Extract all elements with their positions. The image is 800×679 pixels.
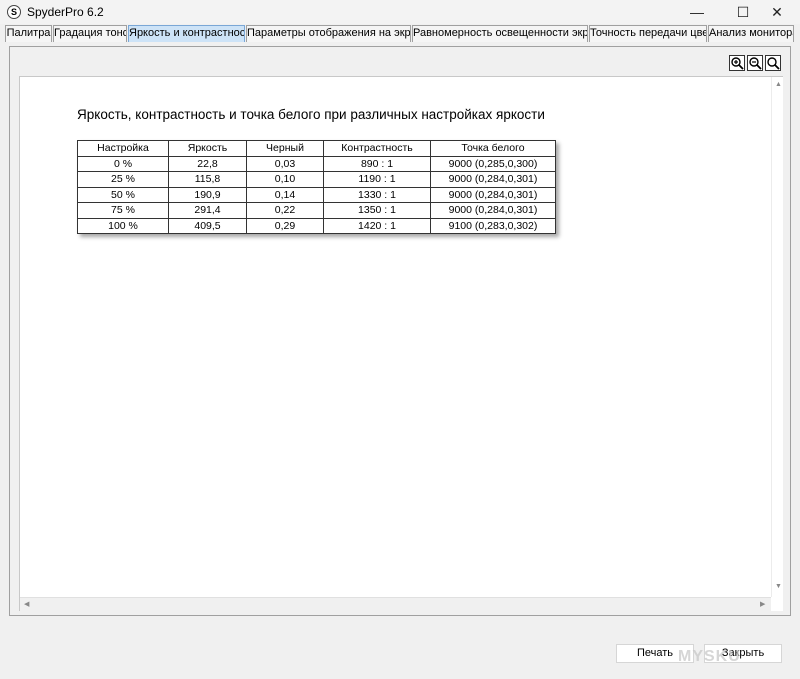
table-cell: 890 : 1 [323,155,431,172]
col-header-white-point: Точка белого [430,140,556,157]
table-cell: 0,10 [246,171,324,188]
table-row: 100 % 409,5 0,29 1420 : 1 9100 (0,283,0,… [77,217,556,234]
window-title: SpyderPro 6.2 [27,5,104,19]
tab-color-accuracy[interactable]: Точность передачи цвета [589,25,707,42]
table-cell: 409,5 [168,217,247,234]
tab-brightness-contrast[interactable]: Яркость и контрастность [128,25,245,42]
col-header-black: Черный [246,140,324,157]
zoom-out-button[interactable] [747,55,763,71]
table-header-row: Настройка Яркость Черный Контрастность Т… [77,140,556,157]
scroll-left-arrow-icon[interactable]: ◀ [24,601,29,609]
table-cell: 0,22 [246,202,324,219]
table-cell: 1330 : 1 [323,186,431,203]
table-row: 25 % 115,8 0,10 1190 : 1 9000 (0,284,0,3… [77,171,556,188]
table-row: 50 % 190,9 0,14 1330 : 1 9000 (0,284,0,3… [77,186,556,203]
table-cell: 22,8 [168,155,247,172]
table-cell: 9000 (0,285,0,300) [430,155,556,172]
table-cell: 75 % [77,202,169,219]
table-cell: 0,14 [246,186,324,203]
scroll-down-arrow-icon[interactable]: ▼ [775,583,782,591]
tab-monitor-analysis[interactable]: Анализ монитора [708,25,794,42]
tab-tone-gradation[interactable]: Градация тонов [53,25,127,42]
col-header-brightness: Яркость [168,140,247,157]
minimize-button[interactable]: — [674,0,720,24]
table-cell: 9000 (0,284,0,301) [430,171,556,188]
title-bar: S SpyderPro 6.2 — ☐ ✕ [0,0,800,24]
tab-screen-uniformity[interactable]: Равномерность освещенности экрана [412,25,588,42]
table-row: 0 % 22,8 0,03 890 : 1 9000 (0,285,0,300) [77,155,556,172]
app-logo-icon: S [7,5,21,19]
table-cell: 291,4 [168,202,247,219]
zoom-fit-button[interactable] [765,55,781,71]
tab-palette[interactable]: Палитра [5,25,52,42]
watermark: MYSKU [678,648,741,665]
zoom-out-icon [749,57,762,70]
report-canvas: Яркость, контрастность и точка белого пр… [19,76,783,611]
table-cell: 25 % [77,171,169,188]
vertical-scrollbar[interactable]: ▲ ▼ [771,77,783,597]
zoom-in-button[interactable] [729,55,745,71]
table-cell: 1350 : 1 [323,202,431,219]
col-header-setting: Настройка [77,140,169,157]
tab-display-parameters[interactable]: Параметры отображения на экране [246,25,411,42]
table-cell: 190,9 [168,186,247,203]
table-cell: 50 % [77,186,169,203]
scroll-right-arrow-icon[interactable]: ▶ [760,601,765,609]
horizontal-scrollbar[interactable]: ◀ ▶ [20,597,771,611]
table-row: 75 % 291,4 0,22 1350 : 1 9000 (0,284,0,3… [77,202,556,219]
report-title: Яркость, контрастность и точка белого пр… [77,107,545,122]
table-cell: 9100 (0,283,0,302) [430,217,556,234]
brightness-table: Настройка Яркость Черный Контрастность Т… [77,140,556,234]
table-cell: 0,03 [246,155,324,172]
col-header-contrast: Контрастность [323,140,431,157]
table-cell: 0 % [77,155,169,172]
table-cell: 9000 (0,284,0,301) [430,202,556,219]
scrollbar-corner [771,597,783,611]
table-cell: 0,29 [246,217,324,234]
scroll-up-arrow-icon[interactable]: ▲ [775,81,782,89]
table-cell: 115,8 [168,171,247,188]
tab-strip: Палитра Градация тонов Яркость и контрас… [0,24,800,42]
table-cell: 100 % [77,217,169,234]
close-window-button[interactable]: ✕ [754,0,800,24]
zoom-in-icon [731,57,744,70]
table-cell: 9000 (0,284,0,301) [430,186,556,203]
table-cell: 1420 : 1 [323,217,431,234]
table-cell: 1190 : 1 [323,171,431,188]
zoom-fit-icon [767,57,780,70]
